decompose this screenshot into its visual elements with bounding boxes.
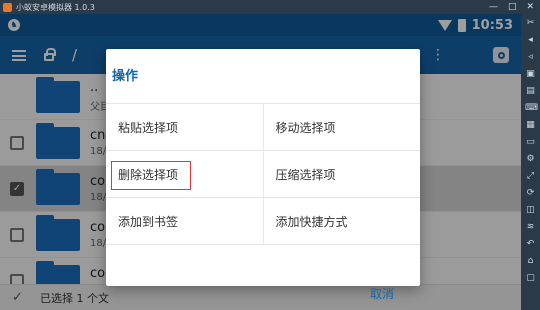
actions-row: 粘贴选择项 移动选择项 [106, 104, 420, 151]
actions-row: 添加到书签 添加快捷方式 [106, 198, 420, 245]
volume-down-icon[interactable]: ◃ [525, 52, 536, 63]
maximize-button[interactable]: □ [508, 2, 517, 12]
add-shortcut-button[interactable]: 添加快捷方式 [262, 198, 421, 244]
add-bookmark-button[interactable]: 添加到书签 [106, 198, 263, 244]
window-controls: — □ ✕ [489, 2, 540, 12]
multi-window-icon[interactable]: ◫ [525, 205, 536, 216]
window-title: 小蚁安卓模拟器 1.0.3 [16, 2, 95, 12]
minimize-button[interactable]: — [489, 2, 498, 12]
actions-grid: 粘贴选择项 移动选择项 删除选择项 压缩选择项 添加到书签 添加快捷方式 [106, 103, 420, 245]
dialog-title: 操作 [112, 69, 139, 84]
screenshot-icon[interactable]: ▤ [525, 86, 536, 97]
actions-row: 删除选择项 压缩选择项 [106, 151, 420, 198]
emulator-sidebar: ✂ ◂ ◃ ▣ ▤ ⌨ ▦ ▭ ⚙ ⤢ ⟳ ◫ ≋ ↶ ⌂ ▢ [521, 14, 540, 310]
compress-selection-button[interactable]: 压缩选择项 [262, 151, 421, 197]
close-button[interactable]: ✕ [526, 2, 534, 12]
keyboard-icon[interactable]: ⌨ [525, 103, 538, 114]
fullscreen-icon[interactable]: ⤢ [525, 171, 536, 182]
scissors-icon[interactable]: ✂ [525, 18, 536, 29]
back-icon[interactable]: ↶ [525, 239, 536, 250]
android-screen: ♞ 10:53 / ⋮ .. 父目 cn.a 18/4 ✓ com 18/4 com 18/4 c… [0, 14, 521, 310]
app-logo-icon [3, 2, 12, 12]
home-icon[interactable]: ⌂ [525, 256, 536, 267]
volume-up-icon[interactable]: ◂ [525, 35, 536, 46]
delete-selection-button[interactable]: 删除选择项 [106, 151, 263, 197]
recent-apps-icon[interactable]: ▢ [525, 273, 536, 284]
camera-icon[interactable]: ▣ [525, 69, 536, 80]
paste-selection-button[interactable]: 粘贴选择项 [106, 104, 263, 150]
emulator-title-bar: 小蚁安卓模拟器 1.0.3 — □ ✕ [0, 0, 540, 14]
shake-icon[interactable]: ≋ [525, 222, 536, 233]
actions-dialog: 操作 粘贴选择项 移动选择项 删除选择项 压缩选择项 添加到书签 添加快捷方式 … [106, 49, 420, 301]
settings-icon[interactable]: ⚙ [525, 154, 536, 165]
folder-icon[interactable]: ▭ [525, 137, 536, 148]
cancel-button[interactable]: 取消 [370, 285, 394, 302]
dialog-footer: 取消 [106, 273, 420, 310]
apk-icon[interactable]: ▦ [525, 120, 536, 131]
move-selection-button[interactable]: 移动选择项 [262, 104, 421, 150]
rotate-icon[interactable]: ⟳ [525, 188, 536, 199]
